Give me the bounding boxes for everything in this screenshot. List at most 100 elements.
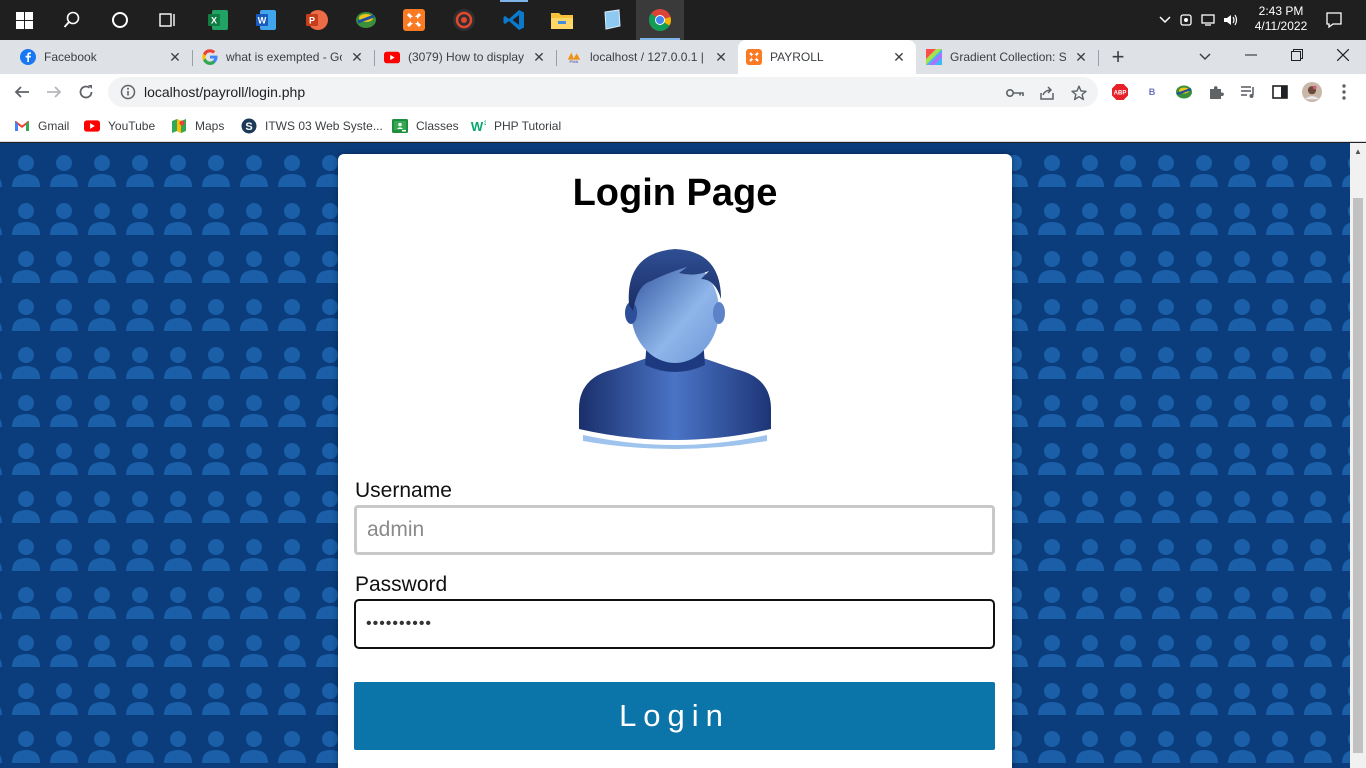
back-arrow-icon[interactable] bbox=[6, 76, 38, 108]
scrollbar-thumb[interactable] bbox=[1353, 198, 1363, 753]
bookmark-label: Classes bbox=[416, 119, 459, 133]
key-icon[interactable] bbox=[1006, 84, 1024, 102]
notification-center-icon[interactable] bbox=[1310, 0, 1358, 40]
windows-start-icon[interactable] bbox=[0, 0, 48, 40]
bookmark-star-icon[interactable] bbox=[1070, 84, 1088, 102]
bookmark-label: YouTube bbox=[108, 119, 156, 133]
close-tab-icon[interactable]: ✕ bbox=[348, 48, 366, 66]
tab-facebook[interactable]: Facebook ✕ bbox=[12, 40, 192, 74]
bookmark-label: PHP Tutorial bbox=[494, 119, 562, 133]
info-icon[interactable] bbox=[120, 84, 136, 100]
svg-text:S: S bbox=[245, 121, 252, 133]
vertical-scrollbar[interactable]: ▲ bbox=[1350, 143, 1366, 768]
page-title: Login Page bbox=[572, 172, 778, 214]
schoology-icon: S bbox=[241, 118, 257, 134]
reload-icon[interactable] bbox=[70, 76, 102, 108]
system-tray bbox=[1156, 0, 1242, 40]
tab-title: Gradient Collection: S bbox=[950, 50, 1066, 64]
profile-avatar[interactable] bbox=[1302, 82, 1322, 102]
tab-phpmyadmin[interactable]: PMA localhost / 127.0.0.1 | p ✕ bbox=[558, 40, 738, 74]
forward-arrow-icon[interactable] bbox=[38, 76, 70, 108]
search-icon[interactable] bbox=[48, 0, 96, 40]
extensions-puzzle-icon[interactable] bbox=[1206, 82, 1226, 102]
gmail-icon bbox=[14, 118, 30, 134]
meet-now-icon[interactable] bbox=[1174, 13, 1198, 27]
tab-divider bbox=[374, 50, 375, 66]
close-window-icon[interactable] bbox=[1320, 40, 1366, 70]
browser-tab-strip: Facebook ✕ what is exempted - Go ✕ (3079… bbox=[0, 40, 1366, 74]
new-tab-plus-icon[interactable]: + bbox=[1106, 44, 1130, 69]
bookmark-maps[interactable]: Maps bbox=[171, 116, 224, 136]
address-bar[interactable]: localhost/payroll/login.php bbox=[108, 77, 1098, 107]
vscode-icon[interactable] bbox=[490, 0, 538, 40]
xampp-icon[interactable] bbox=[390, 0, 438, 40]
close-tab-icon[interactable]: ✕ bbox=[890, 48, 908, 66]
media-playlist-icon[interactable] bbox=[1238, 82, 1258, 102]
svg-text:PMA: PMA bbox=[570, 59, 579, 64]
bookmark-gmail[interactable]: Gmail bbox=[14, 116, 69, 136]
obs-recorder-icon[interactable] bbox=[440, 0, 488, 40]
url-text: localhost/payroll/login.php bbox=[144, 84, 306, 100]
tab-divider bbox=[1098, 50, 1099, 66]
tab-title: localhost / 127.0.0.1 | p bbox=[590, 50, 706, 64]
svg-text:W: W bbox=[258, 16, 267, 26]
phpmyadmin-icon: PMA bbox=[566, 49, 582, 65]
task-view-icon[interactable] bbox=[144, 0, 192, 40]
notepad-icon[interactable] bbox=[588, 0, 636, 40]
username-input[interactable] bbox=[354, 505, 995, 555]
close-tab-icon[interactable]: ✕ bbox=[1072, 48, 1090, 66]
login-button[interactable]: Login bbox=[354, 682, 995, 750]
facebook-icon bbox=[20, 49, 36, 65]
w3schools-icon: W3 bbox=[470, 118, 486, 134]
password-label: Password bbox=[355, 573, 448, 596]
password-input[interactable] bbox=[354, 599, 995, 649]
taskbar-clock[interactable]: 2:43 PM 4/11/2022 bbox=[1246, 4, 1316, 34]
google-classroom-icon bbox=[392, 118, 408, 134]
maps-icon bbox=[171, 118, 187, 134]
powerpoint-icon[interactable]: P bbox=[292, 0, 340, 40]
tab-search-chevron-icon[interactable] bbox=[1196, 48, 1214, 66]
tab-youtube-video[interactable]: (3079) How to display ✕ bbox=[376, 40, 556, 74]
tab-title: (3079) How to display bbox=[408, 50, 524, 64]
network-icon[interactable] bbox=[1198, 13, 1220, 27]
word-icon[interactable]: W bbox=[242, 0, 290, 40]
svg-text:X: X bbox=[211, 16, 217, 26]
share-icon[interactable] bbox=[1038, 84, 1056, 102]
close-tab-icon[interactable]: ✕ bbox=[530, 48, 548, 66]
scroll-up-arrow-icon[interactable]: ▲ bbox=[1350, 143, 1366, 159]
tab-title: what is exempted - Go bbox=[226, 50, 342, 64]
excel-icon[interactable]: X bbox=[194, 0, 242, 40]
cortana-icon[interactable] bbox=[96, 0, 144, 40]
bookmark-youtube[interactable]: YouTube bbox=[84, 116, 155, 136]
adblock-plus-icon[interactable]: ABP bbox=[1110, 82, 1130, 102]
xampp-icon bbox=[746, 49, 762, 65]
file-explorer-icon[interactable] bbox=[538, 0, 586, 40]
chrome-icon[interactable] bbox=[636, 0, 684, 40]
google-icon bbox=[202, 49, 218, 65]
bookmark-classes[interactable]: Classes bbox=[392, 116, 459, 136]
bookmark-label: Gmail bbox=[38, 119, 70, 133]
extension-b-icon[interactable]: B bbox=[1142, 82, 1162, 102]
youtube-icon bbox=[84, 118, 100, 134]
idm-extension-icon[interactable] bbox=[1174, 82, 1194, 102]
close-tab-icon[interactable]: ✕ bbox=[166, 48, 184, 66]
bookmark-itws03[interactable]: S ITWS 03 Web Syste... bbox=[241, 116, 383, 136]
tab-gradient-collection[interactable]: Gradient Collection: S ✕ bbox=[918, 40, 1098, 74]
minimize-icon[interactable] bbox=[1228, 40, 1274, 70]
bookmarks-bar: Gmail YouTube Maps S ITWS 03 Web Syste..… bbox=[0, 110, 1366, 142]
restore-icon[interactable] bbox=[1274, 40, 1320, 70]
user-avatar-icon bbox=[579, 249, 771, 449]
close-tab-icon[interactable]: ✕ bbox=[712, 48, 730, 66]
login-card: Login Page Username admin Password •••••… bbox=[338, 154, 1012, 768]
tab-google-search[interactable]: what is exempted - Go ✕ bbox=[194, 40, 374, 74]
side-panel-icon[interactable] bbox=[1270, 82, 1290, 102]
tab-payroll[interactable]: PAYROLL ✕ bbox=[738, 40, 916, 74]
youtube-icon bbox=[384, 49, 400, 65]
svg-text:3: 3 bbox=[484, 121, 486, 127]
chevron-up-icon[interactable] bbox=[1156, 16, 1174, 24]
bookmark-php-tutorial[interactable]: W3 PHP Tutorial bbox=[470, 116, 561, 136]
more-menu-icon[interactable] bbox=[1334, 82, 1354, 102]
volume-icon[interactable] bbox=[1220, 13, 1242, 27]
internet-download-manager-icon[interactable] bbox=[342, 0, 390, 40]
clock-time: 2:43 PM bbox=[1258, 4, 1304, 18]
